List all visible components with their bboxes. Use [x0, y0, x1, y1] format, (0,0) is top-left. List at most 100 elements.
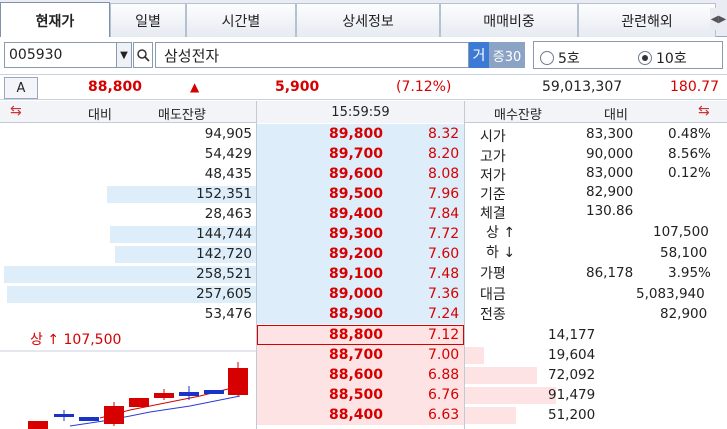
ask-row[interactable]: 28,463 89,400 7.84 — [0, 204, 464, 224]
bid-price-cell[interactable]: 88,700 7.00 — [257, 345, 464, 365]
chevron-left-icon[interactable]: ◀ — [711, 14, 719, 25]
search-button[interactable] — [133, 42, 153, 68]
bid-price: 88,500 — [329, 387, 384, 403]
ask-row[interactable]: 54,429 89,700 8.20 — [0, 144, 464, 164]
ask-rate: 7.60 — [428, 246, 460, 262]
ask-row[interactable]: 48,435 89,600 8.08 — [0, 164, 464, 184]
ask-row[interactable]: 257,605 89,000 7.36 — [0, 284, 464, 304]
bid-row[interactable]: 88,800 7.12 14,177 — [257, 325, 727, 345]
ask-qty: 54,429 — [204, 146, 252, 162]
ask-price: 88,900 — [329, 306, 384, 322]
high-value: 90,000 — [586, 146, 634, 162]
high-label: 고가 — [480, 149, 506, 165]
price-summary-row: A 88,800 ▲ 5,900 (7.12%) 59,013,307 180.… — [0, 76, 727, 100]
tab-details[interactable]: 상세정보 — [296, 3, 440, 37]
candle — [129, 398, 149, 407]
tab-trade-ratio[interactable]: 매매비중 — [440, 3, 578, 37]
ask-price-cell[interactable]: 89,600 8.08 — [257, 164, 464, 184]
radio-5-level[interactable]: 5호 — [540, 48, 580, 68]
ask-row[interactable]: 152,351 89,500 7.96 — [0, 184, 464, 204]
strength-value: 130.86 — [586, 203, 634, 219]
bid-price-cell[interactable]: 88,400 6.63 — [257, 405, 464, 425]
ask-price: 89,600 — [329, 166, 384, 182]
bid-price-cell[interactable]: 88,500 6.76 — [257, 385, 464, 405]
bid-price-cell[interactable]: 88,600 6.88 — [257, 365, 464, 385]
ask-price-cell[interactable]: 89,700 8.20 — [257, 144, 464, 164]
ask-price: 89,500 — [329, 186, 384, 202]
ask-price-cell[interactable]: 88,900 7.24 — [257, 304, 464, 324]
avg-value: 86,178 — [586, 265, 634, 281]
tab-daily[interactable]: 일별 — [110, 3, 186, 37]
bid-qty-bar — [465, 347, 484, 364]
amount-label: 대금 — [480, 287, 506, 303]
swap-arrows-icon[interactable]: ⇆ — [698, 103, 710, 119]
bid-qty-bar — [465, 387, 556, 404]
bid-row[interactable]: 88,600 6.88 72,092 — [257, 365, 727, 385]
radio-10-level[interactable]: 10호 — [638, 48, 687, 68]
stock-name-field[interactable]: 삼성전자 — [155, 42, 469, 68]
ask-qty: 152,351 — [196, 186, 252, 202]
ask-price-cell[interactable]: 89,500 7.96 — [257, 184, 464, 204]
ask-price-cell[interactable]: 89,100 7.48 — [257, 264, 464, 284]
ask-rate: 8.20 — [428, 146, 460, 162]
ask-row[interactable]: 94,905 89,800 8.32 — [0, 124, 464, 144]
ask-qty: 257,605 — [196, 286, 252, 302]
swap-arrows-icon[interactable]: ⇆ — [10, 103, 22, 119]
ask-row[interactable]: 142,720 89,200 7.60 — [0, 244, 464, 264]
tab-scroll-arrows[interactable]: ◀ ▶ — [710, 8, 727, 30]
ask-qty: 258,521 — [196, 266, 252, 282]
upper-limit-value: 107,500 — [653, 224, 709, 240]
ask-price-cell[interactable]: 89,300 7.72 — [257, 224, 464, 244]
strength-label: 체결 — [480, 206, 506, 222]
candle — [204, 390, 224, 394]
ask-row[interactable]: 144,744 89,300 7.72 — [0, 224, 464, 244]
bid-price: 88,800 — [329, 327, 384, 343]
a-button[interactable]: A — [4, 77, 38, 99]
avg-label: 가평 — [480, 266, 506, 282]
ask-price: 89,100 — [329, 266, 384, 282]
bid-row[interactable]: 88,500 6.76 91,479 — [257, 385, 727, 405]
bid-rate: 6.76 — [428, 387, 460, 403]
bid-row[interactable]: 88,700 7.00 19,604 — [257, 345, 727, 365]
lower-limit-value: 58,100 — [660, 245, 708, 261]
geo-button[interactable]: 거 — [469, 42, 489, 68]
bid-qty-cell: 14,177 — [465, 325, 727, 345]
ask-rate: 7.36 — [428, 286, 460, 302]
bid-price: 88,600 — [329, 367, 384, 383]
ask-price-cell[interactable]: 89,000 7.36 — [257, 284, 464, 304]
open-label: 시가 — [480, 129, 506, 145]
ask-rate: 8.32 — [428, 126, 460, 142]
stock-code-input[interactable]: 005930 — [4, 42, 117, 68]
ask-row[interactable]: 53,476 88,900 7.24 — [0, 304, 464, 324]
ask-row[interactable]: 258,521 89,100 7.48 — [0, 264, 464, 284]
bid-price-cell[interactable]: 88,800 7.12 — [257, 325, 464, 345]
ask-price-cell[interactable]: 89,400 7.84 — [257, 204, 464, 224]
ask-price: 89,200 — [329, 246, 384, 262]
ask-price-cell[interactable]: 89,800 8.32 — [257, 124, 464, 144]
ask-price: 89,000 — [329, 286, 384, 302]
ask-qty-cell: 258,521 — [0, 264, 256, 284]
search-icon — [137, 49, 150, 62]
tab-current-price[interactable]: 현재가 — [0, 2, 110, 38]
code-dropdown-button[interactable]: ▼ — [117, 42, 132, 68]
bid-qty: 14,177 — [548, 327, 596, 343]
ask-price: 89,300 — [329, 226, 384, 242]
price-change: 5,900 — [275, 79, 320, 95]
header-time: 15:59:59 — [257, 101, 464, 123]
bid-row[interactable]: 88,400 6.63 51,200 — [257, 405, 727, 425]
margin-button[interactable]: 증30 — [489, 42, 525, 68]
bid-rate: 6.88 — [428, 367, 460, 383]
amount-value: 5,083,940 — [636, 286, 705, 302]
tab-hourly[interactable]: 시간별 — [186, 3, 296, 37]
bid-rate: 7.12 — [428, 327, 460, 343]
base-value: 82,900 — [586, 184, 634, 200]
bid-qty-bar — [465, 367, 537, 384]
prev-close-value: 82,900 — [660, 306, 708, 322]
ask-qty: 28,463 — [204, 206, 252, 222]
trade-volume: 59,013,307 — [542, 79, 623, 95]
ask-qty-cell: 53,476 — [0, 304, 256, 324]
chevron-right-icon[interactable]: ▶ — [719, 14, 727, 25]
ask-price-cell[interactable]: 89,200 7.60 — [257, 244, 464, 264]
bid-qty-cell: 72,092 — [465, 365, 727, 385]
tab-related-overseas[interactable]: 관련해외 — [578, 3, 716, 37]
